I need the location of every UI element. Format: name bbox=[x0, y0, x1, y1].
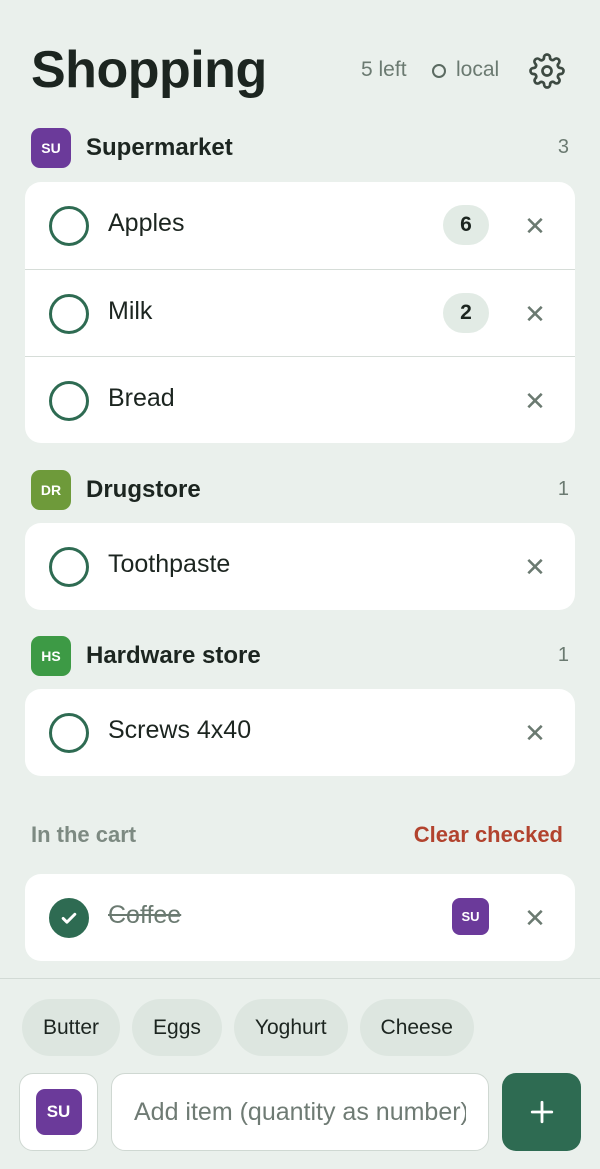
sync-status-label: local bbox=[456, 58, 500, 81]
store-badge: DR bbox=[31, 470, 71, 510]
item-checkbox[interactable] bbox=[49, 206, 89, 246]
suggestion-chip[interactable]: Cheese bbox=[359, 999, 474, 1056]
item-checkbox[interactable] bbox=[49, 294, 89, 334]
settings-button[interactable] bbox=[528, 52, 566, 90]
suggestion-chip[interactable]: Eggs bbox=[132, 999, 222, 1056]
list-item: Screws 4x40 ✕ bbox=[25, 689, 575, 776]
store-badge: SU bbox=[35, 1089, 82, 1135]
item-name[interactable]: Bread bbox=[108, 384, 175, 413]
store-badge: HS bbox=[31, 636, 71, 676]
close-icon: ✕ bbox=[524, 902, 546, 933]
item-checkbox[interactable] bbox=[49, 713, 89, 753]
remove-item-button[interactable]: ✕ bbox=[523, 385, 547, 417]
add-item-bar: Butter Eggs Yoghurt Cheese SU bbox=[0, 978, 600, 1169]
cart-item-list: Coffee SU ✕ bbox=[25, 874, 575, 961]
list-item: Apples 6 ✕ bbox=[25, 182, 575, 269]
remove-item-button[interactable]: ✕ bbox=[523, 298, 547, 330]
list-item: Milk 2 ✕ bbox=[25, 269, 575, 356]
item-checkbox-checked[interactable] bbox=[49, 898, 89, 938]
store-item-list: Toothpaste ✕ bbox=[25, 523, 575, 610]
app-header: Shopping 5 left local bbox=[0, 0, 600, 120]
item-checkbox[interactable] bbox=[49, 547, 89, 587]
sync-status: local bbox=[432, 58, 499, 82]
checkmark-icon bbox=[61, 912, 77, 924]
page-title: Shopping bbox=[31, 41, 267, 99]
cart-section-title: In the cart bbox=[31, 822, 137, 847]
close-icon: ✕ bbox=[524, 210, 546, 241]
store-picker-button[interactable]: SU bbox=[19, 1073, 98, 1151]
list-item: Bread ✕ bbox=[25, 356, 575, 443]
list-item: Coffee SU ✕ bbox=[25, 874, 575, 961]
store-item-count: 3 bbox=[557, 136, 569, 158]
store-badge: SU bbox=[452, 898, 489, 935]
store-item-list: Screws 4x40 ✕ bbox=[25, 689, 575, 776]
suggestion-chip[interactable]: Yoghurt bbox=[233, 999, 348, 1056]
remove-item-button[interactable]: ✕ bbox=[523, 902, 547, 934]
store-name: Supermarket bbox=[86, 134, 233, 161]
items-left-count: 5 left bbox=[361, 58, 407, 81]
store-badge: SU bbox=[31, 128, 71, 168]
store-item-count: 1 bbox=[557, 644, 569, 666]
suggestion-chips: Butter Eggs Yoghurt Cheese bbox=[22, 999, 474, 1056]
close-icon: ✕ bbox=[524, 385, 546, 416]
remove-item-button[interactable]: ✕ bbox=[523, 210, 547, 242]
plus-icon bbox=[530, 1100, 553, 1124]
suggestion-chip[interactable]: Butter bbox=[22, 999, 121, 1056]
add-item-button[interactable] bbox=[502, 1073, 581, 1151]
store-name: Drugstore bbox=[86, 476, 201, 503]
quantity-badge: 6 bbox=[443, 205, 489, 245]
item-name[interactable]: Apples bbox=[108, 209, 184, 238]
store-group-header: DR Drugstore 1 bbox=[0, 470, 600, 510]
gear-icon bbox=[529, 53, 565, 89]
item-name[interactable]: Screws 4x40 bbox=[108, 716, 251, 745]
store-name: Hardware store bbox=[86, 642, 261, 669]
close-icon: ✕ bbox=[524, 551, 546, 582]
close-icon: ✕ bbox=[524, 717, 546, 748]
quantity-badge: 2 bbox=[443, 293, 489, 333]
remove-item-button[interactable]: ✕ bbox=[523, 717, 547, 749]
clear-checked-button[interactable]: Clear checked bbox=[414, 822, 563, 848]
item-name[interactable]: Toothpaste bbox=[108, 550, 230, 579]
store-item-count: 1 bbox=[557, 478, 569, 500]
store-group-header: HS Hardware store 1 bbox=[0, 636, 600, 676]
add-item-input[interactable] bbox=[111, 1073, 489, 1151]
store-item-list: Apples 6 ✕ Milk 2 ✕ Bread ✕ bbox=[25, 182, 575, 443]
item-checkbox[interactable] bbox=[49, 381, 89, 421]
remove-item-button[interactable]: ✕ bbox=[523, 551, 547, 583]
list-item: Toothpaste ✕ bbox=[25, 523, 575, 610]
store-group-header: SU Supermarket 3 bbox=[0, 128, 600, 168]
close-icon: ✕ bbox=[524, 298, 546, 329]
status-dot-icon bbox=[432, 64, 446, 78]
item-name[interactable]: Milk bbox=[108, 297, 152, 326]
item-name[interactable]: Coffee bbox=[108, 901, 181, 930]
